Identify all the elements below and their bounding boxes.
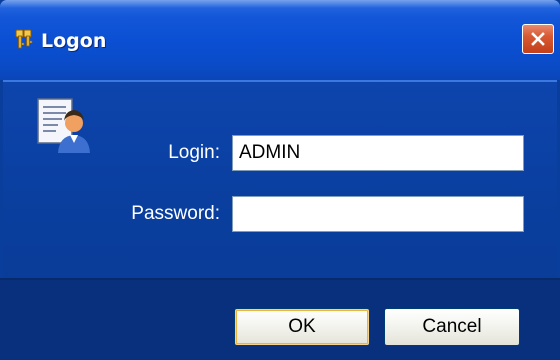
cancel-button[interactable]: Cancel (384, 308, 520, 346)
key-icon (14, 28, 34, 50)
password-input[interactable] (232, 196, 524, 232)
title-bar-highlight (0, 0, 560, 8)
logon-dialog: Logon Login: Password: OK (0, 0, 560, 360)
password-label: Password: (131, 203, 220, 224)
close-button[interactable] (522, 24, 554, 54)
close-icon (530, 31, 546, 47)
user-document-icon (32, 95, 96, 159)
ok-button[interactable]: OK (234, 308, 370, 346)
login-label: Login: (168, 142, 220, 163)
window-title: Logon (41, 30, 107, 52)
body-top-border (3, 80, 557, 82)
button-bar-border (0, 278, 560, 280)
title-bar[interactable]: Logon (0, 0, 560, 80)
login-input[interactable] (232, 135, 524, 171)
